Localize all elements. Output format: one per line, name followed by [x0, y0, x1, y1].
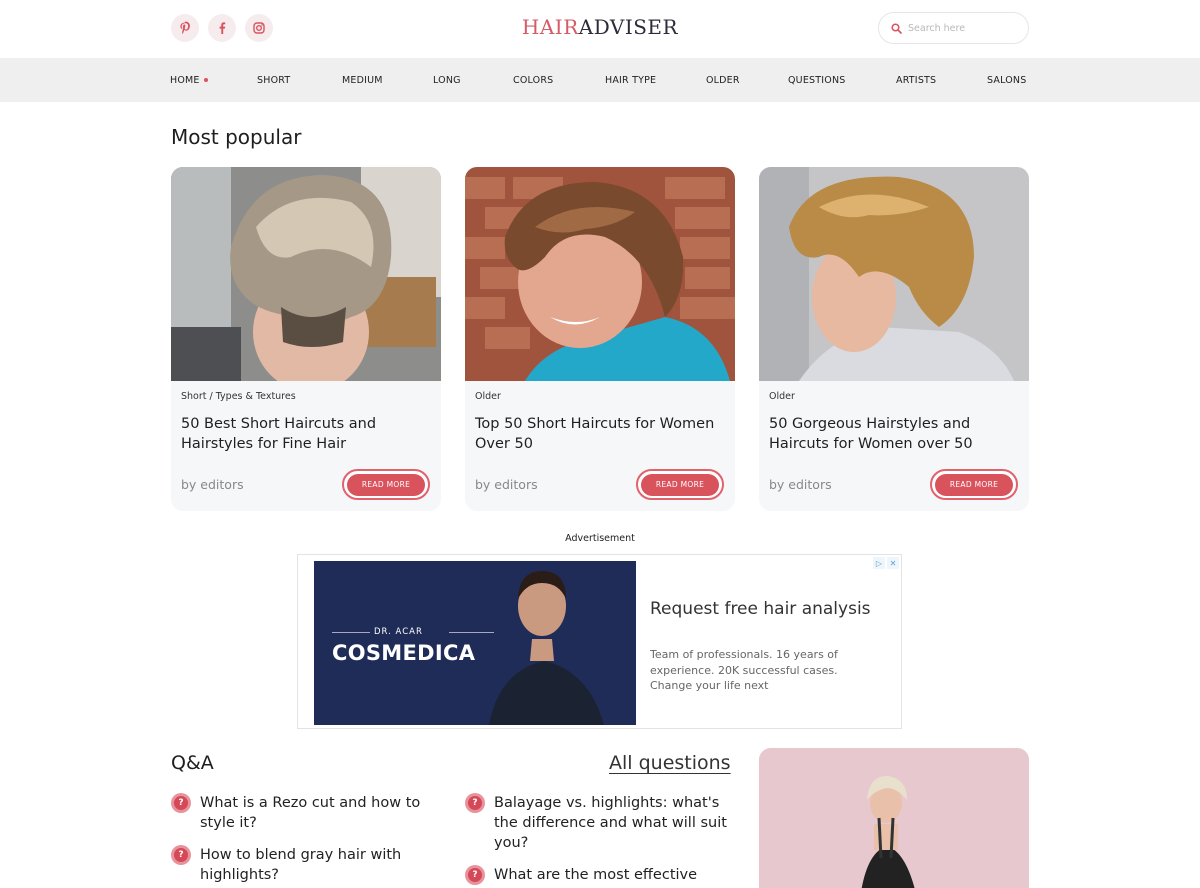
question-text[interactable]: How to blend gray hair with highlights?	[200, 845, 446, 885]
article-title[interactable]: 50 Best Short Haircuts and Hairstyles fo…	[181, 414, 436, 454]
read-more-button[interactable]: READ MORE	[636, 469, 724, 500]
read-more-label: READ MORE	[641, 473, 719, 496]
ad-choices[interactable]: ▷ ✕	[873, 557, 899, 569]
search-icon	[891, 19, 902, 38]
nav-item-artists[interactable]: ARTISTS	[896, 75, 936, 86]
question-item[interactable]: ? What is a Rezo cut and how to style it…	[171, 793, 446, 833]
promo-card[interactable]	[759, 748, 1029, 888]
article-card[interactable]: Older 50 Gorgeous Hairstyles and Haircut…	[759, 167, 1029, 511]
question-text[interactable]: Balayage vs. highlights: what's the diff…	[494, 793, 745, 853]
article-image[interactable]	[465, 167, 735, 381]
nav-item-short[interactable]: SHORT	[257, 75, 290, 86]
divider-line	[449, 632, 494, 633]
ad-brand-logo: COSMEDICA	[332, 641, 476, 665]
article-byline: by editors	[475, 477, 538, 492]
question-text[interactable]: What are the most effective	[494, 865, 697, 885]
article-byline: by editors	[181, 477, 244, 492]
nav-item-colors[interactable]: COLORS	[513, 75, 553, 86]
main-nav: HOME SHORT MEDIUM LONG COLORS HAIR TYPE …	[0, 58, 1200, 102]
nav-item-salons[interactable]: SALONS	[987, 75, 1026, 86]
article-card[interactable]: Short / Types & Textures 50 Best Short H…	[171, 167, 441, 511]
article-category[interactable]: Older	[769, 391, 795, 402]
close-icon[interactable]: ✕	[887, 557, 899, 569]
active-dot-icon	[203, 77, 208, 82]
advertisement-label: Advertisement	[565, 533, 635, 544]
advertisement-banner[interactable]: DR. ACAR COSMEDICA Request free hair ana…	[297, 554, 902, 729]
question-item[interactable]: ? How to blend gray hair with highlights…	[171, 845, 446, 885]
read-more-label: READ MORE	[935, 473, 1013, 496]
logo-adviser-text: ADVISER	[578, 15, 679, 39]
ad-description: Team of professionals. 16 years of exper…	[650, 648, 838, 692]
divider-line	[332, 632, 370, 633]
question-icon: ?	[465, 793, 485, 813]
nav-item-label: HOME	[170, 75, 200, 86]
question-icon: ?	[465, 865, 485, 885]
all-questions-link[interactable]: All questions	[609, 752, 731, 774]
article-category[interactable]: Short / Types & Textures	[181, 391, 296, 402]
read-more-button[interactable]: READ MORE	[342, 469, 430, 500]
nav-item-questions[interactable]: QUESTIONS	[788, 75, 845, 86]
search-box[interactable]	[878, 12, 1029, 44]
nav-item-long[interactable]: LONG	[433, 75, 461, 86]
logo-hair-text: HAIR	[521, 15, 579, 39]
adchoices-icon[interactable]: ▷	[873, 557, 885, 569]
article-byline: by editors	[769, 477, 832, 492]
article-image[interactable]	[759, 167, 1029, 381]
nav-item-hair-type[interactable]: HAIR TYPE	[605, 75, 656, 86]
question-text[interactable]: What is a Rezo cut and how to style it?	[200, 793, 446, 833]
section-title-qa: Q&A	[171, 752, 214, 774]
ad-image[interactable]: DR. ACAR COSMEDICA	[314, 561, 636, 725]
promo-image	[759, 748, 1029, 888]
read-more-button[interactable]: READ MORE	[930, 469, 1018, 500]
question-icon: ?	[171, 845, 191, 865]
article-image[interactable]	[171, 167, 441, 381]
question-item[interactable]: ? Balayage vs. highlights: what's the di…	[465, 793, 745, 853]
nav-item-home[interactable]: HOME	[170, 75, 208, 86]
ad-headline[interactable]: Request free hair analysis	[650, 599, 871, 619]
site-header: HAIRADVISER	[0, 0, 1200, 58]
article-title[interactable]: 50 Gorgeous Hairstyles and Haircuts for …	[769, 414, 1024, 454]
article-category[interactable]: Older	[475, 391, 501, 402]
section-title-most-popular: Most popular	[171, 125, 302, 149]
question-icon: ?	[171, 793, 191, 813]
article-card[interactable]: Older Top 50 Short Haircuts for Women Ov…	[465, 167, 735, 511]
article-title[interactable]: Top 50 Short Haircuts for Women Over 50	[475, 414, 730, 454]
ad-brand-small: DR. ACAR	[374, 627, 423, 637]
read-more-label: READ MORE	[347, 473, 425, 496]
nav-item-medium[interactable]: MEDIUM	[342, 75, 383, 86]
search-input[interactable]	[908, 22, 1018, 34]
nav-item-older[interactable]: OLDER	[706, 75, 740, 86]
question-item[interactable]: ? What are the most effective	[465, 865, 745, 885]
